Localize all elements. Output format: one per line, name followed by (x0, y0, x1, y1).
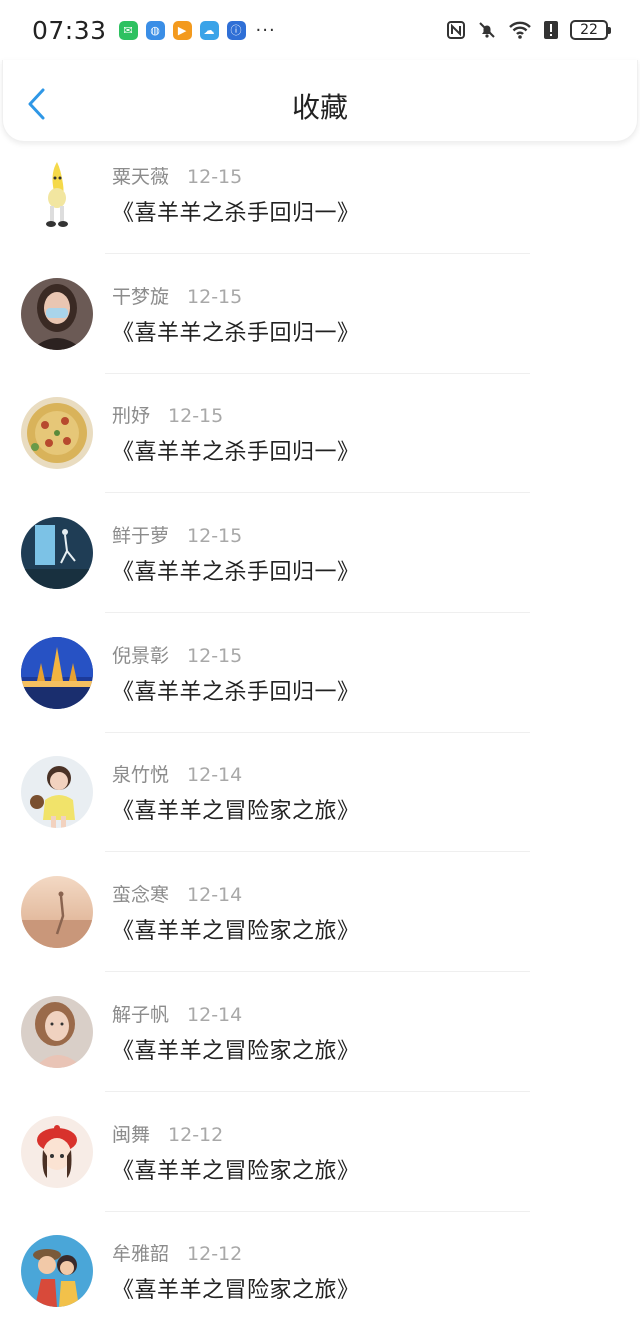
avatar[interactable] (21, 876, 93, 949)
wechat-icon: ✉ (118, 20, 138, 40)
content-title[interactable]: 《喜羊羊之冒险家之旅》 (112, 913, 360, 945)
item-date: 12-15 (187, 644, 243, 667)
list-item[interactable]: 泉竹悦 12-14 《喜羊羊之冒险家之旅》 (0, 743, 640, 863)
lightbulb-icon: ⓘ (226, 20, 246, 40)
item-date: 12-15 (168, 405, 224, 428)
content-title[interactable]: 《喜羊羊之冒险家之旅》 (112, 1153, 360, 1185)
content-title[interactable]: 《喜羊羊之杀手回归一》 (112, 554, 360, 586)
item-date: 12-14 (187, 1003, 243, 1026)
page-title: 收藏 (291, 91, 348, 124)
item-date: 12-14 (187, 764, 243, 787)
item-date: 12-15 (187, 166, 243, 188)
wifi-icon (508, 20, 532, 40)
user-name: 刑妤 (112, 405, 151, 428)
content-title[interactable]: 《喜羊羊之冒险家之旅》 (112, 1272, 360, 1304)
list-item[interactable]: 刑妤 12-15 《喜羊羊之杀手回归一》 (0, 384, 640, 504)
video-player-icon: ▶ (172, 20, 192, 40)
avatar[interactable] (21, 397, 93, 470)
divider (105, 851, 530, 853)
list-item[interactable]: 干梦旋 12-15 《喜羊羊之杀手回归一》 (0, 265, 640, 385)
item-date: 12-15 (187, 525, 243, 548)
divider (105, 253, 530, 254)
list-item[interactable]: 蛮念寒 12-14 《喜羊羊之冒险家之旅》 (0, 863, 640, 983)
content-title[interactable]: 《喜羊羊之杀手回归一》 (112, 674, 360, 706)
divider (105, 971, 530, 973)
favorites-list: 粟天薇 12-15 《喜羊羊之杀手回归一》 干梦旋 12-15 《喜羊羊之杀手回归一… (0, 145, 640, 1342)
item-date: 12-12 (187, 1243, 243, 1266)
list-item[interactable]: 闽舞 12-12 《喜羊羊之冒险家之旅》 (0, 1103, 640, 1223)
user-name: 解子帆 (112, 1003, 170, 1026)
user-name: 泉竹悦 (112, 764, 170, 787)
avatar[interactable] (21, 277, 93, 350)
battery-icon: 22 (570, 20, 611, 40)
system-icons: 22 (446, 20, 611, 40)
content-title[interactable]: 《喜羊羊之冒险家之旅》 (112, 793, 360, 825)
avatar[interactable] (21, 158, 93, 230)
status-bar: 07:33 ✉ ◍ ▶ ☁ ⓘ ··· 22 (0, 0, 640, 60)
item-date: 12-15 (187, 285, 243, 308)
list-item[interactable]: 粟天薇 12-15 《喜羊羊之杀手回归一》 (0, 145, 640, 265)
user-name: 蛮念寒 (112, 884, 170, 907)
nfc-icon (446, 20, 466, 40)
alert-icon (543, 20, 559, 40)
content-title[interactable]: 《喜羊羊之杀手回归一》 (112, 315, 360, 347)
divider (105, 1090, 530, 1092)
divider (105, 612, 530, 614)
app-header: 收藏 (2, 60, 638, 142)
content-title[interactable]: 《喜羊羊之杀手回归一》 (112, 434, 360, 466)
divider (105, 731, 530, 733)
user-name: 干梦旋 (112, 285, 170, 308)
list-item[interactable]: 牟雅韶 12-12 《喜羊羊之冒险家之旅》 (0, 1222, 640, 1342)
avatar[interactable] (21, 1115, 93, 1188)
more-notifications-icon: ··· (255, 19, 276, 41)
item-date: 12-12 (168, 1123, 224, 1146)
avatar[interactable] (21, 756, 93, 829)
avatar[interactable] (21, 517, 93, 590)
browser-icon: ◍ (145, 20, 165, 40)
list-item[interactable]: 鲜于萝 12-15 《喜羊羊之杀手回归一》 (0, 504, 640, 624)
weather-cloud-icon: ☁ (199, 20, 219, 40)
user-name: 闽舞 (112, 1123, 151, 1146)
divider (105, 492, 530, 494)
user-name: 牟雅韶 (112, 1243, 170, 1266)
avatar[interactable] (21, 995, 93, 1068)
divider (105, 372, 530, 374)
user-name: 粟天薇 (112, 166, 170, 188)
item-date: 12-14 (187, 884, 243, 907)
list-item[interactable]: 解子帆 12-14 《喜羊羊之冒险家之旅》 (0, 983, 640, 1103)
avatar[interactable] (21, 636, 93, 709)
divider (105, 1210, 530, 1212)
content-title[interactable]: 《喜羊羊之冒险家之旅》 (112, 1033, 360, 1065)
mute-bell-icon (477, 20, 497, 40)
user-name: 倪景彰 (112, 644, 170, 667)
content-title[interactable]: 《喜羊羊之杀手回归一》 (112, 195, 360, 227)
status-time: 07:33 (32, 15, 107, 45)
avatar[interactable] (21, 1235, 93, 1308)
notification-icons: ✉ ◍ ▶ ☁ ⓘ ··· (118, 19, 276, 41)
user-name: 鲜于萝 (112, 525, 170, 548)
list-item[interactable]: 倪景彰 12-15 《喜羊羊之杀手回归一》 (0, 624, 640, 744)
